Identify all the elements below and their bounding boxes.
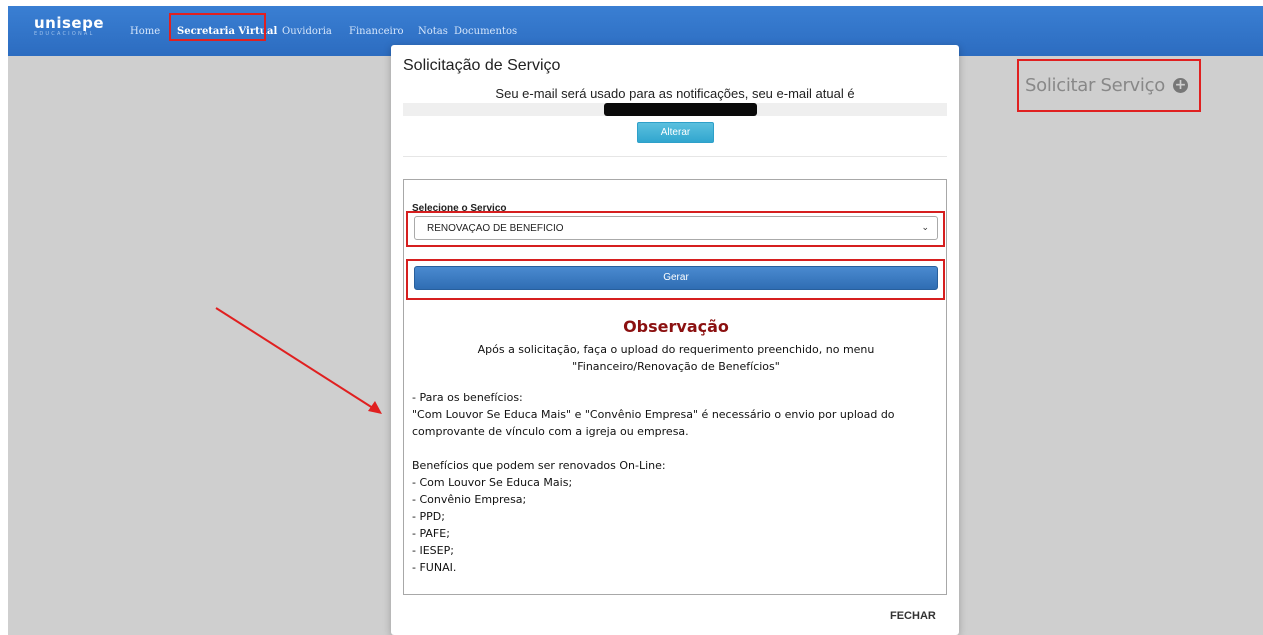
body-line: - PAFE; [412,527,450,540]
body-line: "Com Louvor Se Educa Mais" e "Convênio E… [412,408,895,421]
gerar-button[interactable]: Gerar [414,266,938,290]
body-line: Benefícios que podem ser renovados On-Li… [412,459,666,472]
observacao-line-1: Após a solicitação, faça o upload do req… [477,343,875,356]
fechar-button[interactable]: FECHAR [890,610,936,622]
nav-item-notas[interactable]: Notas [418,26,448,37]
plus-circle-icon[interactable]: + [1173,78,1188,93]
nav-highlight-box [169,13,266,41]
chevron-down-icon: ⌄ [921,222,929,232]
body-line: comprovante de vínculo com a igreja ou e… [412,425,689,438]
brand-subtitle: EDUCACIONAL [34,31,95,37]
body-line: - Com Louvor Se Educa Mais; [412,476,573,489]
body-line: - Convênio Empresa; [412,493,527,506]
brand-logo[interactable]: unisepe [34,14,104,32]
observacao-line-2: "Financeiro/Renovação de Benefícios" [572,360,780,373]
nav-item-financeiro[interactable]: Financeiro [349,26,404,37]
nav-item-home[interactable]: Home [130,26,160,37]
nav-item-ouvidoria[interactable]: Ouvidoria [282,26,332,37]
service-select-value: RENOVAÇAO DE BENEFICIO [427,223,564,234]
divider [403,156,947,157]
observacao-heading: Observação [623,317,729,336]
body-line: - IESEP; [412,544,454,557]
annotation-arrow-icon [215,307,382,414]
nav-item-documentos[interactable]: Documentos [454,26,517,37]
email-notice: Seu e-mail será usado para as notificaçõ… [495,86,855,101]
modal-title: Solicitação de Serviço [403,57,561,74]
service-request-modal: Solicitação de Serviço Seu e-mail será u… [391,45,959,635]
solicitar-servico-button[interactable]: Solicitar Serviço [1025,75,1165,96]
body-line: - PPD; [412,510,445,523]
redacted-email [604,103,757,116]
body-line: - FUNAI. [412,561,457,574]
service-panel: Selecione o Servico RENOVAÇAO DE BENEFIC… [403,179,947,595]
service-select[interactable]: RENOVAÇAO DE BENEFICIO ⌄ [414,216,938,240]
alterar-button[interactable]: Alterar [637,122,714,143]
body-line: - Para os benefícios: [412,391,523,404]
